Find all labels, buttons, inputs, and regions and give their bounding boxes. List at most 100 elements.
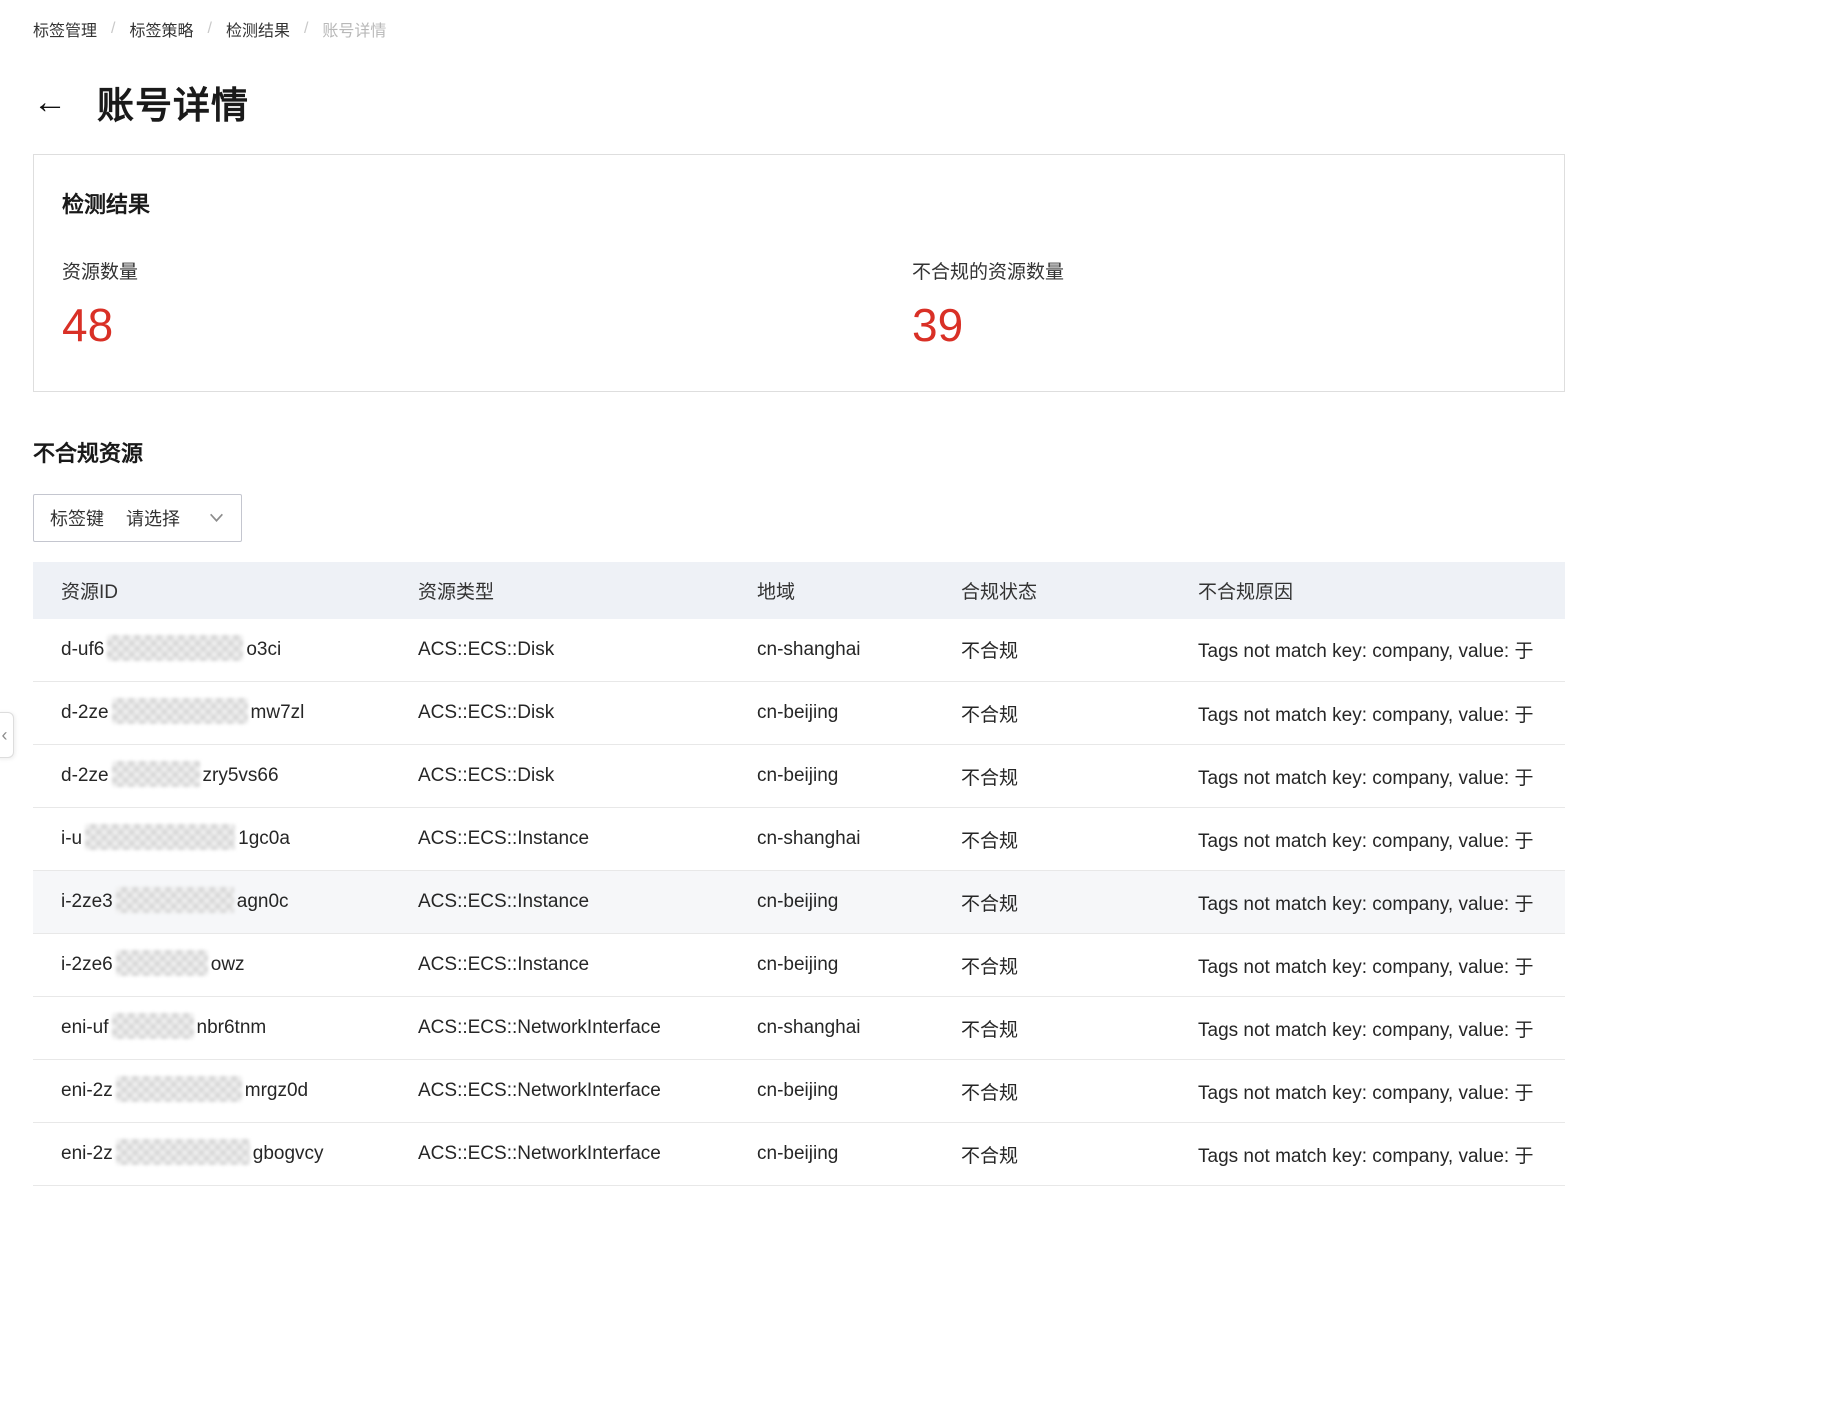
title-row: ← 账号详情 [33, 78, 1844, 126]
reason-cell: Tags not match key: company, value: 于 [1170, 744, 1565, 809]
reason-cell: Tags not match key: company, value: 于 [1170, 870, 1565, 935]
table-header-row: 资源ID 资源类型 地域 合规状态 不合规原因 [33, 561, 1565, 619]
resource-id-suffix: mw7zl [250, 702, 305, 724]
table-body: d-uf6 o3ci ACS::ECS::Disk cn-shanghai 不合规… [33, 618, 1565, 1187]
breadcrumb: 标签管理 / 标签策略 / 检测结果 / 账号详情 [33, 18, 1844, 40]
table-row: i-u 1gc0a ACS::ECS::Instance cn-shanghai … [33, 807, 1565, 872]
stats-row: 资源数量 48 不合规的资源数量 39 [62, 257, 1536, 351]
chevron-down-icon [208, 509, 225, 526]
region-cell: cn-shanghai [729, 618, 933, 683]
resource-id-prefix: d-2ze [61, 702, 109, 724]
table-row: i-2ze6 owz ACS::ECS::Instance cn-beijing … [33, 933, 1565, 998]
table-row: d-2ze zry5vs66 ACS::ECS::Disk cn-beijing … [33, 744, 1565, 809]
compliance-status-cell: 不合规 [933, 996, 1170, 1061]
reason-cell: Tags not match key: company, value: 于 [1170, 1122, 1565, 1187]
resource-id-cell: d-uf6 o3ci [33, 618, 390, 683]
redacted-id-segment [115, 887, 234, 914]
table-row: eni-2z gbogvcy ACS::ECS::NetworkInterface… [33, 1122, 1565, 1187]
reason-cell: Tags not match key: company, value: 于 [1170, 681, 1565, 746]
resource-id-prefix: i-u [61, 828, 83, 850]
region-cell: cn-beijing [729, 1059, 933, 1124]
resource-id-suffix: zry5vs66 [202, 765, 279, 787]
resource-type-cell: ACS::ECS::NetworkInterface [390, 1122, 729, 1187]
redacted-id-segment [85, 824, 236, 851]
table-row: d-2ze mw7zl ACS::ECS::Disk cn-beijing 不合规… [33, 681, 1565, 746]
compliance-status-cell: 不合规 [933, 618, 1170, 683]
reason-cell: Tags not match key: company, value: 于 [1170, 618, 1565, 683]
resource-id-cell: eni-2z mrgz0d [33, 1059, 390, 1124]
page-title: 账号详情 [97, 85, 249, 126]
resource-type-cell: ACS::ECS::Instance [390, 933, 729, 998]
resource-id-suffix: o3ci [246, 638, 282, 660]
resource-type-cell: ACS::ECS::Disk [390, 744, 729, 809]
redacted-id-segment [111, 761, 200, 788]
resource-type-cell: ACS::ECS::Disk [390, 618, 729, 683]
collapse-panel-handle[interactable]: ‹ [0, 712, 14, 758]
resource-id-cell: d-2ze mw7zl [33, 681, 390, 746]
compliance-status-cell: 不合规 [933, 807, 1170, 872]
breadcrumb-item-tag-policy[interactable]: 标签策略 [129, 17, 193, 41]
stat-value: 48 [62, 299, 114, 351]
column-header-resource-type: 资源类型 [390, 561, 729, 619]
back-arrow-icon[interactable]: ← [33, 85, 67, 119]
region-cell: cn-shanghai [729, 807, 933, 872]
table-row: eni-uf nbr6tnm ACS::ECS::NetworkInterface… [33, 996, 1565, 1061]
redacted-id-segment [107, 634, 244, 661]
breadcrumb-item-detection-result[interactable]: 检测结果 [226, 17, 290, 41]
noncompliant-resources-title: 不合规资源 [33, 440, 144, 466]
stat-value: 39 [912, 299, 964, 351]
resource-id-cell: eni-uf nbr6tnm [33, 996, 390, 1061]
table-row: eni-2z mrgz0d ACS::ECS::NetworkInterface … [33, 1059, 1565, 1124]
breadcrumb-separator: / [111, 20, 116, 37]
region-cell: cn-beijing [729, 933, 933, 998]
resource-id-suffix: gbogvcy [252, 1143, 324, 1165]
resource-id-prefix: d-2ze [61, 765, 109, 787]
compliance-status-cell: 不合规 [933, 1122, 1170, 1187]
resource-type-cell: ACS::ECS::NetworkInterface [390, 1059, 729, 1124]
stat-resource-count: 资源数量 48 [62, 257, 912, 351]
noncompliant-resources-table: 资源ID 资源类型 地域 合规状态 不合规原因 d-uf6 o3ci ACS::E… [33, 561, 1565, 1187]
redacted-id-segment [115, 1139, 250, 1166]
region-cell: cn-beijing [729, 744, 933, 809]
breadcrumb-separator: / [207, 20, 212, 37]
reason-cell: Tags not match key: company, value: 于 [1170, 1059, 1565, 1124]
resource-id-prefix: eni-2z [61, 1143, 113, 1165]
column-header-resource-id: 资源ID [33, 561, 390, 619]
compliance-status-cell: 不合规 [933, 1059, 1170, 1124]
breadcrumb-separator: / [303, 20, 309, 37]
resource-id-cell: i-u 1gc0a [33, 807, 390, 872]
region-cell: cn-beijing [729, 1122, 933, 1187]
resource-id-prefix: i-2ze3 [61, 891, 113, 913]
column-header-reason: 不合规原因 [1170, 561, 1565, 619]
region-cell: cn-beijing [729, 681, 933, 746]
account-detail-page: 标签管理 / 标签策略 / 检测结果 / 账号详情 ← 账号详情 检测结果 资源… [0, 0, 1844, 1428]
stat-label: 资源数量 [62, 262, 139, 283]
resource-id-suffix: agn0c [236, 891, 289, 913]
redacted-id-segment [115, 1076, 242, 1103]
resource-id-cell: eni-2z gbogvcy [33, 1122, 390, 1187]
resource-id-suffix: mrgz0d [244, 1080, 309, 1102]
stat-noncompliant-count: 不合规的资源数量 39 [912, 257, 1064, 351]
reason-cell: Tags not match key: company, value: 于 [1170, 933, 1565, 998]
redacted-id-segment [111, 698, 248, 725]
region-cell: cn-beijing [729, 870, 933, 935]
tag-key-select-value: 请选择 [126, 508, 180, 529]
table-row: i-2ze3 agn0c ACS::ECS::Instance cn-beijin… [33, 870, 1565, 935]
column-header-compliance-status: 合规状态 [933, 561, 1170, 619]
resource-id-cell: i-2ze6 owz [33, 933, 390, 998]
compliance-status-cell: 不合规 [933, 870, 1170, 935]
redacted-id-segment [111, 1013, 194, 1040]
compliance-status-cell: 不合规 [933, 681, 1170, 746]
resource-id-prefix: eni-2z [61, 1080, 113, 1102]
resource-id-cell: i-2ze3 agn0c [33, 870, 390, 935]
reason-cell: Tags not match key: company, value: 于 [1170, 996, 1565, 1061]
tag-key-select[interactable]: 标签键 请选择 [33, 493, 242, 542]
resource-id-prefix: eni-uf [61, 1017, 109, 1039]
resource-id-cell: d-2ze zry5vs66 [33, 744, 390, 809]
breadcrumb-item-tag-management[interactable]: 标签管理 [33, 17, 97, 41]
column-header-region: 地域 [729, 561, 933, 619]
stat-label: 不合规的资源数量 [912, 262, 1065, 283]
redacted-id-segment [115, 950, 208, 977]
region-cell: cn-shanghai [729, 996, 933, 1061]
resource-id-suffix: nbr6tnm [196, 1017, 267, 1039]
